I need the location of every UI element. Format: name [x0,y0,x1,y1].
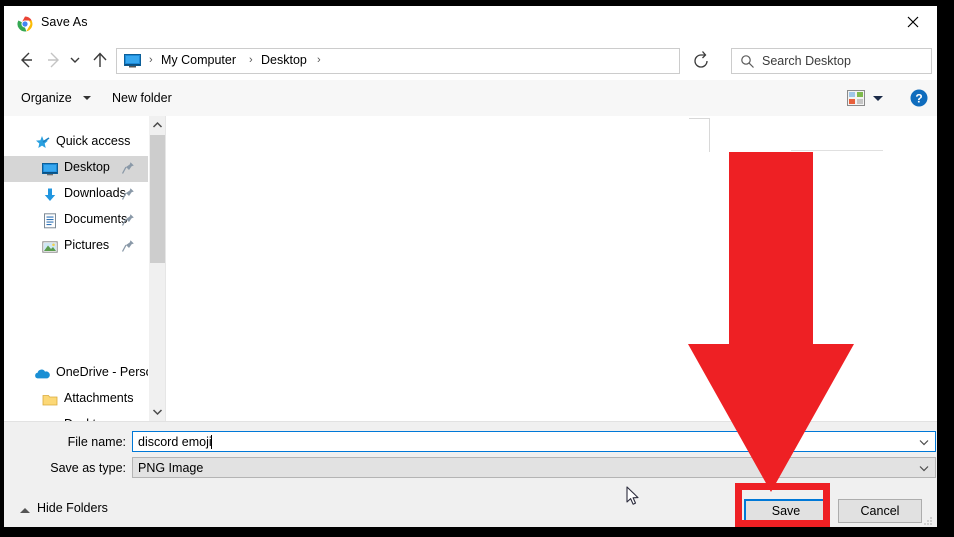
organize-button[interactable]: Organize [21,91,72,105]
save-button[interactable]: Save [744,499,828,523]
sidebar-item-label: Attachments [64,391,134,405]
save-as-type-dropdown-icon[interactable] [917,461,931,475]
breadcrumb-item-desktop[interactable]: Desktop [261,53,307,67]
scroll-down-button[interactable] [149,403,166,421]
window-title: Save As [41,15,88,29]
back-arrow-icon [21,52,32,68]
text-cursor [211,435,212,449]
address-bar[interactable]: › My Computer › Desktop › [116,48,786,74]
sidebar-item-label: Downloads [64,186,126,200]
resize-grip[interactable] [921,513,933,525]
file-name-dropdown-icon[interactable] [917,435,931,449]
sidebar-item-desktop[interactable]: Desktop [4,156,148,182]
navigation-bar: › My Computer › Desktop › Search Desktop [4,40,937,80]
chevron-down-icon [152,409,163,416]
sidebar-item-pictures[interactable]: Pictures [4,234,148,260]
breadcrumb-item-my-computer[interactable]: My Computer [161,53,236,67]
screen: Save As › My Computer › Desktop › Search… [0,0,954,537]
downloads-arrow-icon [42,187,58,203]
sidebar-item-onedrive[interactable]: OneDrive - Person [4,361,148,387]
up-arrow-icon [93,52,107,67]
column-divider-top [689,118,710,119]
file-list[interactable] [165,116,937,421]
toolbar: Organize New folder ? [4,80,937,117]
chevron-down-icon[interactable] [83,96,91,100]
chevron-up-icon [152,121,163,128]
sidebar-item-downloads[interactable]: Downloads [4,182,148,208]
help-icon[interactable]: ? [910,89,928,107]
save-form: File name: discord emoji Save as type: P… [4,421,937,527]
refresh-icon [694,51,708,68]
close-button[interactable] [891,6,937,38]
save-as-dialog: Save As › My Computer › Desktop › Search… [4,6,937,527]
save-as-type-label: Save as type: [50,461,126,475]
svg-text:?: ? [915,92,922,106]
sidebar-item-onedrive-desktop[interactable]: Desktop [4,413,148,421]
pictures-icon [42,239,58,255]
new-folder-button[interactable]: New folder [112,91,172,105]
save-as-type-select[interactable]: PNG Image [132,457,936,478]
onedrive-cloud-icon [34,366,50,382]
pin-icon[interactable] [121,213,135,227]
pin-icon[interactable] [121,161,135,175]
save-as-type-value: PNG Image [138,461,204,475]
folder-icon [42,392,58,408]
scroll-up-button[interactable] [149,116,166,134]
sidebar-item-documents[interactable]: Documents [4,208,148,234]
view-dropdown-icon[interactable] [873,96,883,101]
file-name-label: File name: [67,435,126,449]
monitor-icon [124,54,141,68]
chevron-down-icon [70,57,80,63]
sidebar-item-label: Desktop [64,160,110,174]
column-divider [709,118,710,152]
breadcrumb-separator: › [249,54,253,66]
recent-locations-button[interactable] [66,48,84,72]
search-icon [740,54,755,69]
sidebar-item-label: Quick access [56,134,131,148]
sidebar-item-quick-access[interactable]: Quick access [4,130,148,156]
sidebar-item-label: Pictures [64,238,110,252]
breadcrumb-separator: › [149,54,153,66]
file-name-value: discord emoji [138,435,212,449]
refresh-button[interactable] [688,48,714,74]
close-icon [907,16,919,28]
file-name-input[interactable]: discord emoji [132,431,936,452]
search-placeholder: Search Desktop [762,54,851,68]
desktop-monitor-icon [42,161,58,177]
cancel-button[interactable]: Cancel [838,499,922,523]
scrollbar-thumb[interactable] [150,135,165,263]
pin-icon[interactable] [121,187,135,201]
quick-access-star-icon [34,135,50,151]
column-header-stub [791,150,883,151]
search-input[interactable]: Search Desktop [731,48,932,74]
sidebar-item-label: OneDrive - Person [56,365,148,379]
hide-folders-label: Hide Folders [37,501,108,515]
chrome-icon [17,16,33,32]
chevron-up-icon [20,508,30,513]
pin-icon[interactable] [121,239,135,253]
sidebar-scrollbar[interactable] [148,116,166,421]
up-button[interactable] [88,48,112,72]
forward-arrow-icon [48,52,59,68]
view-options-icon[interactable] [847,90,865,106]
forward-button[interactable] [42,48,66,72]
title-bar: Save As [4,6,937,40]
navigation-pane: Quick access Desktop Downloads Documents… [4,116,148,421]
content-area: Quick access Desktop Downloads Documents… [4,116,937,421]
breadcrumb-separator: › [317,54,321,66]
sidebar-item-attachments[interactable]: Attachments [4,387,148,413]
back-button[interactable] [14,48,38,72]
sidebar-item-label: Documents [64,212,128,226]
documents-icon [42,213,58,229]
